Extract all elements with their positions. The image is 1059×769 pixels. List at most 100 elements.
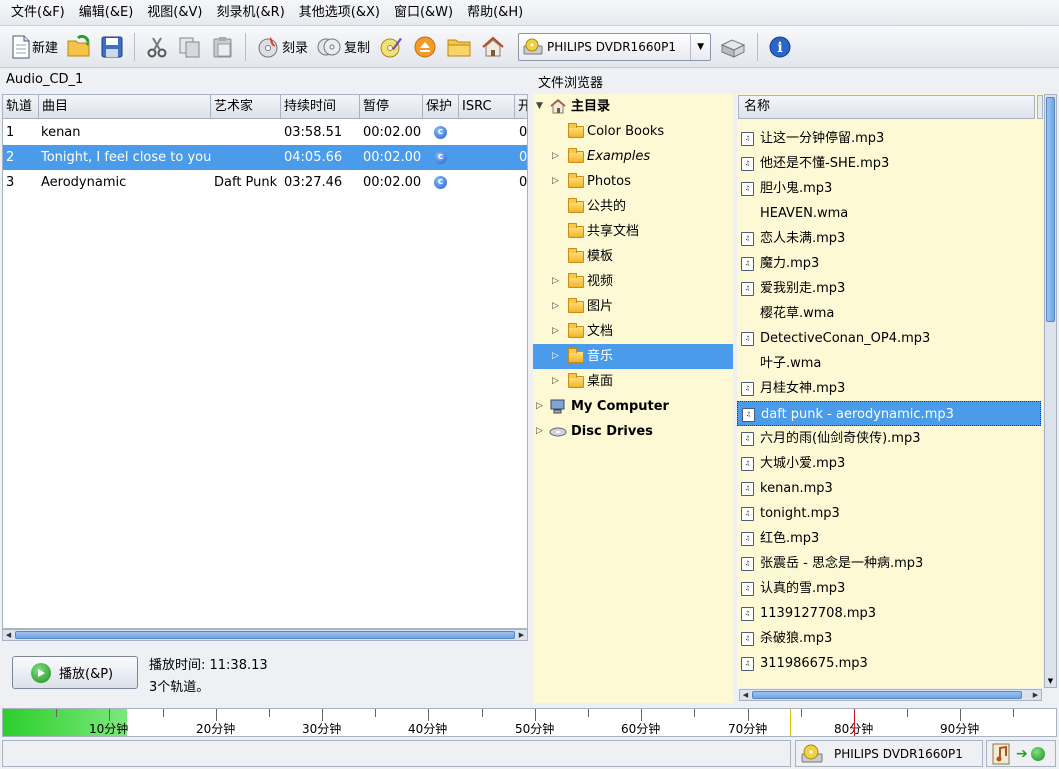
tree-node[interactable]: ▷ 音乐 — [533, 344, 733, 369]
collapsed-triangle-icon[interactable]: ▷ — [552, 319, 559, 344]
chevron-down-icon[interactable]: ▼ — [690, 33, 710, 60]
file-item[interactable]: ♫ 杀破狼.mp3 — [737, 626, 1041, 651]
tree-node[interactable]: ▼ 主目录 — [533, 94, 733, 119]
paste-button[interactable] — [207, 30, 239, 64]
save-button[interactable] — [96, 30, 128, 64]
column-header[interactable]: 轨道 — [3, 95, 39, 119]
scroll-left-arrow-icon[interactable]: ◀ — [3, 630, 14, 640]
file-item[interactable]: ♫ 让这一分钟停留.mp3 — [737, 126, 1041, 151]
tree-node[interactable]: ▷ 文档 — [533, 319, 733, 344]
tree-node[interactable]: 模板 — [533, 244, 733, 269]
menu-item[interactable]: 刻录机(&R) — [209, 0, 291, 26]
burn-disc-icon — [258, 36, 278, 57]
track-table-hscrollbar[interactable]: ◀ ▶ — [2, 629, 528, 641]
tree-node[interactable]: Color Books — [533, 119, 733, 144]
column-header[interactable]: ISRC — [459, 95, 515, 119]
file-item[interactable]: ♫ 认真的雪.mp3 — [737, 576, 1041, 601]
scroll-down-arrow-icon[interactable]: ▼ — [1045, 675, 1056, 687]
menu-item[interactable]: 窗口(&W) — [387, 0, 460, 26]
scroll-thumb[interactable] — [752, 691, 1022, 699]
track-row[interactable]: 1 kenan 03:58.51 00:02.00 0 c — [3, 120, 527, 145]
eject-button[interactable] — [408, 30, 442, 64]
tree-node[interactable]: 公共的 — [533, 194, 733, 219]
column-header[interactable]: 曲目 — [39, 95, 211, 119]
file-item[interactable]: ♫ kenan.mp3 — [737, 476, 1041, 501]
cut-button[interactable] — [141, 30, 173, 64]
file-item[interactable]: ♫ 1139127708.mp3 — [737, 601, 1041, 626]
track-row[interactable]: 3 Aerodynamic Daft Punk 03:27.46 00:02.00 0 c — [3, 170, 527, 195]
column-header[interactable]: 保护 — [423, 95, 459, 119]
drive-info-button[interactable] — [715, 30, 751, 64]
scroll-right-arrow-icon[interactable]: ▶ — [516, 630, 527, 640]
status-audio-mode[interactable]: ➔ — [986, 740, 1056, 767]
menu-item[interactable]: 文件(&F) — [4, 0, 72, 26]
tree-node[interactable]: ▷ Photos — [533, 169, 733, 194]
column-header[interactable]: 开 — [515, 95, 527, 119]
file-item[interactable]: ♫ 胆小鬼.mp3 — [737, 176, 1041, 201]
tree-node[interactable]: 共享文档 — [533, 219, 733, 244]
file-item[interactable]: ♫ 月桂女神.mp3 — [737, 376, 1041, 401]
menu-item[interactable]: 帮助(&H) — [460, 0, 530, 26]
collapsed-triangle-icon[interactable]: ▷ — [552, 269, 559, 294]
file-item[interactable]: ♫ daft punk - aerodynamic.mp3 — [737, 401, 1041, 426]
file-item[interactable]: ♫ 311986675.mp3 — [737, 651, 1041, 676]
file-item[interactable]: ♫ 六月的雨(仙剑奇侠传).mp3 — [737, 426, 1041, 451]
file-item[interactable]: 樱花草.wma — [737, 301, 1041, 326]
tree-node[interactable]: ▷ 桌面 — [533, 369, 733, 394]
file-list-header-name[interactable]: 名称 — [738, 95, 1035, 119]
folder-icon — [568, 323, 584, 338]
status-device[interactable]: PHILIPS DVDR1660P1 — [795, 740, 983, 767]
expanded-triangle-icon[interactable]: ▼ — [536, 94, 543, 119]
open-folder-button[interactable] — [442, 30, 476, 64]
column-header[interactable]: 艺术家 — [211, 95, 281, 119]
tree-node[interactable]: ▷ Disc Drives — [533, 419, 733, 444]
device-select[interactable]: PHILIPS DVDR1660P1 ▼ — [518, 32, 712, 61]
new-button[interactable]: 新建 — [6, 30, 62, 64]
file-item[interactable]: 叶子.wma — [737, 351, 1041, 376]
tree-node[interactable]: ▷ My Computer — [533, 394, 733, 419]
open-button[interactable] — [62, 30, 96, 64]
tree-node[interactable]: ▷ 图片 — [533, 294, 733, 319]
play-button[interactable]: 播放(&P) — [12, 656, 138, 689]
copyright-protect-icon[interactable]: c — [434, 151, 447, 164]
track-row[interactable]: 2 Tonight, I feel close to you 04:05.66 00:… — [3, 145, 527, 170]
collapsed-triangle-icon[interactable]: ▷ — [552, 344, 559, 369]
file-item[interactable]: HEAVEN.wma — [737, 201, 1041, 226]
collapsed-triangle-icon[interactable]: ▷ — [552, 144, 559, 169]
home-button[interactable] — [476, 30, 510, 64]
copyright-protect-icon[interactable]: c — [434, 126, 447, 139]
collapsed-triangle-icon[interactable]: ▷ — [552, 169, 559, 194]
file-item[interactable]: ♫ 魔力.mp3 — [737, 251, 1041, 276]
file-list-hscrollbar[interactable]: ◀ ▶ — [739, 689, 1042, 701]
copy-disc-button[interactable]: 复制 — [312, 30, 374, 64]
edit-disc-button[interactable] — [374, 30, 408, 64]
file-item[interactable]: ♫ DetectiveConan_OP4.mp3 — [737, 326, 1041, 351]
tree-node[interactable]: ▷ Examples — [533, 144, 733, 169]
copyright-protect-icon[interactable]: c — [434, 176, 447, 189]
file-item[interactable]: ♫ 红色.mp3 — [737, 526, 1041, 551]
file-list-vscrollbar[interactable]: ▼ — [1044, 94, 1057, 688]
collapsed-triangle-icon[interactable]: ▷ — [536, 419, 543, 444]
scroll-right-arrow-icon[interactable]: ▶ — [1030, 690, 1041, 700]
file-item[interactable]: ♫ 张震岳 - 思念是一种病.mp3 — [737, 551, 1041, 576]
scroll-thumb[interactable] — [15, 631, 515, 639]
scroll-left-arrow-icon[interactable]: ◀ — [740, 690, 751, 700]
menu-item[interactable]: 视图(&V) — [140, 0, 209, 26]
file-item[interactable]: ♫ 他还是不懂-SHE.mp3 — [737, 151, 1041, 176]
collapsed-triangle-icon[interactable]: ▷ — [552, 294, 559, 319]
file-item[interactable]: ♫ tonight.mp3 — [737, 501, 1041, 526]
scroll-thumb[interactable] — [1046, 97, 1055, 322]
collapsed-triangle-icon[interactable]: ▷ — [552, 369, 559, 394]
file-item[interactable]: ♫ 恋人未满.mp3 — [737, 226, 1041, 251]
burn-button[interactable]: 刻录 — [252, 30, 312, 64]
column-header[interactable]: 持续时间 — [281, 95, 360, 119]
about-button[interactable]: i — [764, 30, 796, 64]
menu-item[interactable]: 其他选项(&X) — [292, 0, 387, 26]
copy-button[interactable] — [173, 30, 207, 64]
tree-node[interactable]: ▷ 视频 — [533, 269, 733, 294]
column-header[interactable]: 暂停 — [360, 95, 423, 119]
file-item[interactable]: ♫ 大城小爱.mp3 — [737, 451, 1041, 476]
menu-item[interactable]: 编辑(&E) — [72, 0, 141, 26]
file-item[interactable]: ♫ 爱我别走.mp3 — [737, 276, 1041, 301]
collapsed-triangle-icon[interactable]: ▷ — [536, 394, 543, 419]
